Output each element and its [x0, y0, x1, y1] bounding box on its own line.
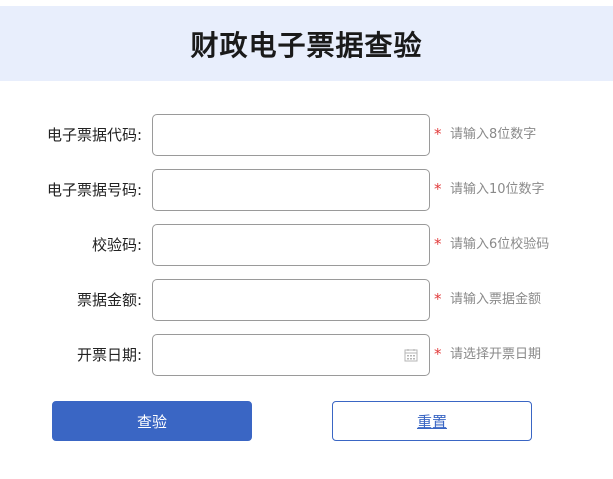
form-row-amount: 票据金额: * 请输入票据金额	[0, 279, 613, 321]
form-row-invoice-code: 电子票据代码: * 请输入8位数字	[0, 114, 613, 156]
issue-date-hint: 请选择开票日期	[450, 347, 542, 362]
amount-label: 票据金额:	[76, 291, 142, 309]
invoice-number-hint: 请输入10位数字	[450, 182, 545, 197]
form-row-check-code: 校验码: * 请输入6位校验码	[0, 224, 613, 266]
query-button[interactable]: 查验	[52, 401, 252, 441]
page-header: 财政电子票据查验	[0, 6, 613, 81]
check-code-hint: 请输入6位校验码	[450, 237, 550, 252]
amount-input[interactable]	[152, 279, 430, 321]
form-row-invoice-number: 电子票据号码: * 请输入10位数字	[0, 169, 613, 211]
calendar-icon[interactable]	[404, 348, 418, 362]
invoice-code-label: 电子票据代码:	[46, 126, 142, 144]
reset-button[interactable]: 重置	[332, 401, 532, 441]
reset-button-label: 重置	[416, 412, 447, 431]
invoice-code-hint: 请输入8位数字	[450, 127, 537, 142]
check-code-label: 校验码:	[91, 236, 142, 254]
required-mark: *	[434, 290, 442, 308]
page-title: 财政电子票据查验	[190, 28, 423, 62]
form-row-issue-date: 开票日期: * 请选择开票日期	[0, 334, 613, 376]
check-code-input[interactable]	[152, 224, 430, 266]
invoice-code-input[interactable]	[152, 114, 430, 156]
required-mark: *	[434, 125, 442, 143]
invoice-verify-page: 财政电子票据查验 电子票据代码: * 请输入8位数字 电子票据号码: * 请输入…	[0, 0, 613, 479]
issue-date-input[interactable]	[152, 334, 430, 376]
required-mark: *	[434, 345, 442, 363]
required-mark: *	[434, 180, 442, 198]
issue-date-label: 开票日期:	[76, 346, 142, 364]
required-mark: *	[434, 235, 442, 253]
amount-hint: 请输入票据金额	[450, 292, 542, 307]
invoice-number-label: 电子票据号码:	[46, 181, 142, 199]
invoice-number-input[interactable]	[152, 169, 430, 211]
